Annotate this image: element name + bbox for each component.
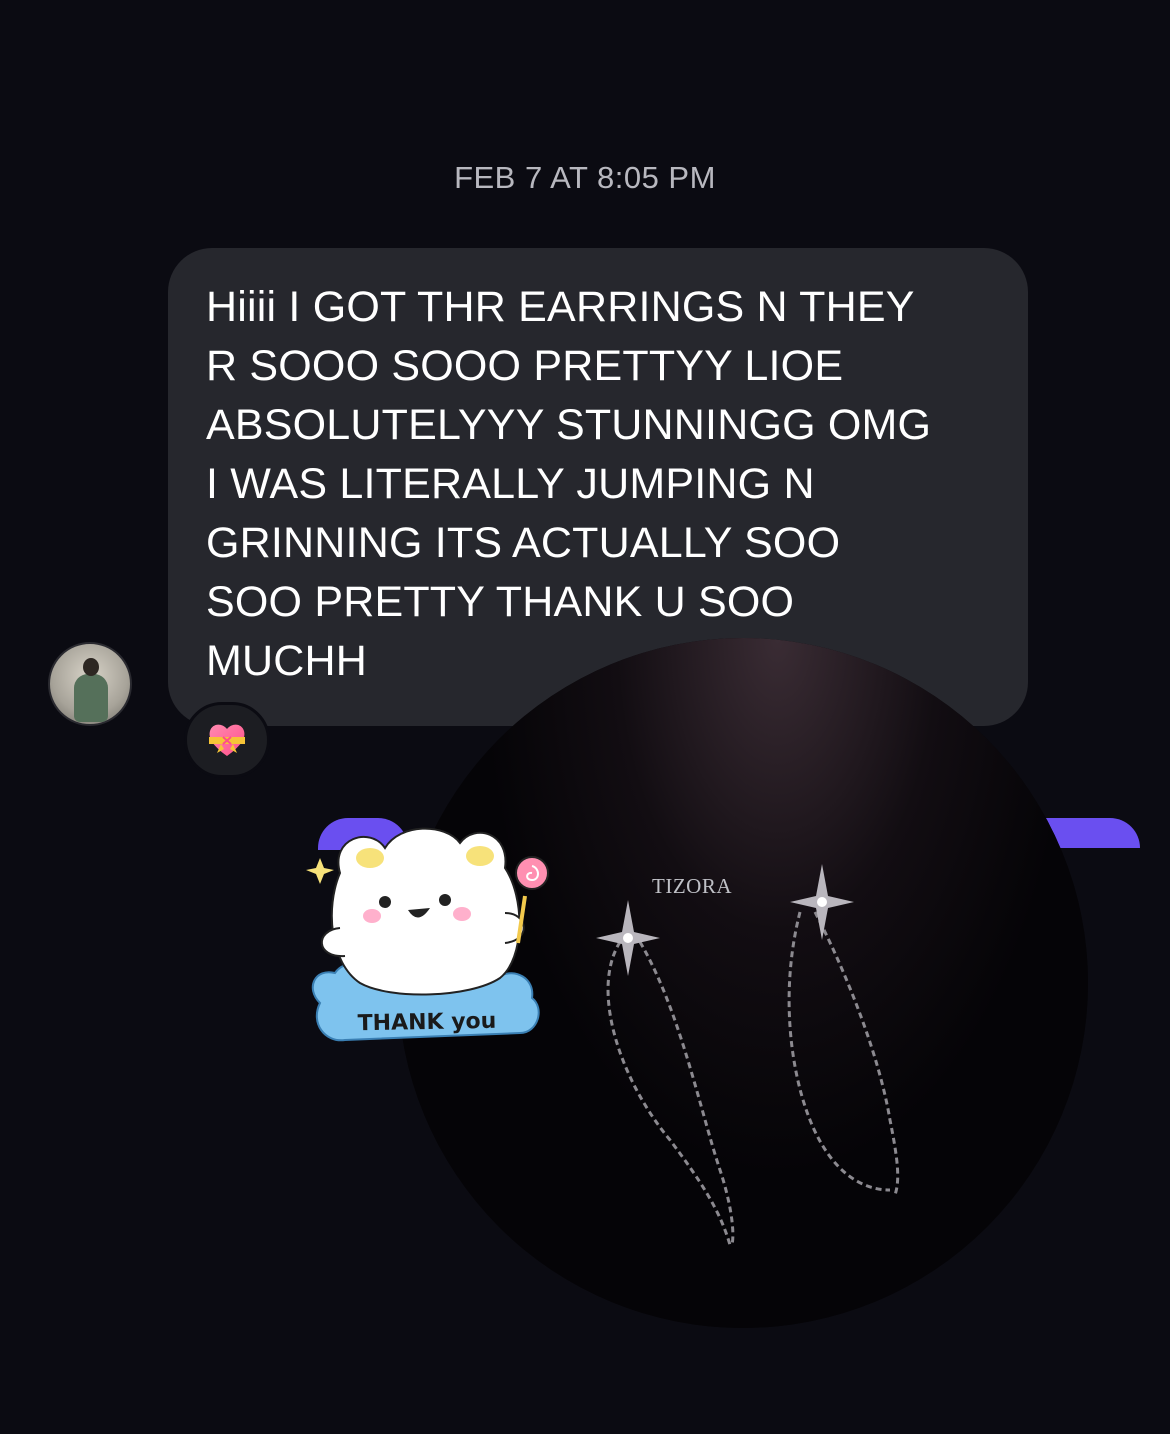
- avatar-figure-body: [74, 674, 108, 722]
- message-reaction[interactable]: [184, 702, 270, 778]
- avatar-figure-head: [83, 658, 99, 676]
- earrings-image: [596, 864, 900, 1246]
- heart-with-ribbon-icon: [209, 724, 245, 756]
- message-text: Hiiii I GOT THR EARRINGS N THEY R SOOO S…: [206, 283, 932, 685]
- sticker-text: THANK you: [357, 1008, 497, 1037]
- message-timestamp: FEB 7 AT 8:05 PM: [454, 160, 716, 195]
- sender-avatar[interactable]: [48, 642, 132, 726]
- chat-screen: FEB 7 AT 8:05 PM Hiiii I GOT THR EARRING…: [0, 0, 1170, 1434]
